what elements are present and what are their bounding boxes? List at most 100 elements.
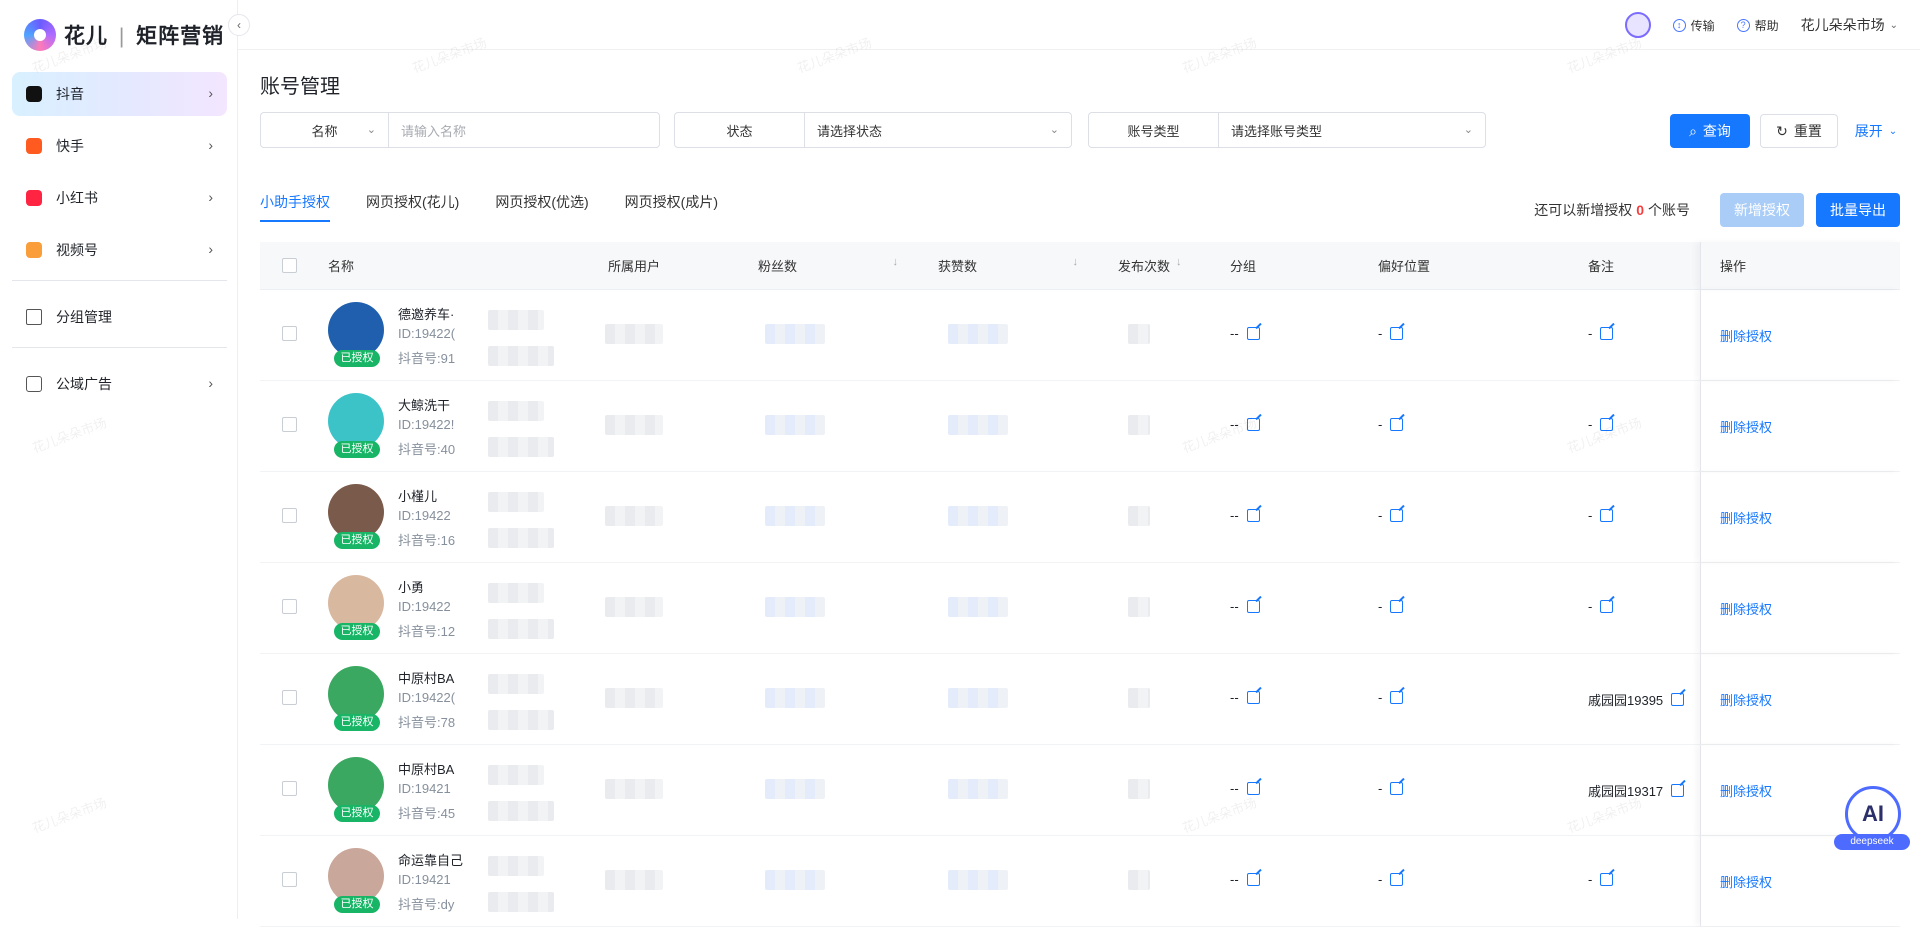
edit-icon[interactable]	[1246, 509, 1260, 522]
brand-name: 花儿	[64, 25, 108, 48]
name-input-placeholder: 请输入名称	[401, 123, 467, 139]
sidebar-item-kuaishou[interactable]: 快手 ›	[12, 124, 227, 168]
edit-icon[interactable]	[1390, 418, 1404, 431]
auth-tabs: 小助手授权 网页授权(花儿) 网页授权(优选) 网页授权(成片)	[260, 192, 718, 222]
tab-assistant-auth[interactable]: 小助手授权	[260, 192, 330, 222]
sort-icon: ↓	[1072, 256, 1079, 268]
account-name: 小勇	[398, 580, 425, 595]
status-select[interactable]: 请选择状态 ⌄	[805, 113, 1071, 147]
edit-icon[interactable]	[1390, 782, 1404, 795]
tab-web-auth-huaer[interactable]: 网页授权(花儿)	[366, 192, 459, 222]
col-fans-label: 粉丝数	[758, 259, 798, 274]
quota-count: 0	[1636, 202, 1644, 218]
chevron-right-icon: ›	[208, 241, 213, 257]
transfer-link[interactable]: ↕ 传输	[1672, 17, 1715, 34]
deepseek-badge[interactable]: deepseek	[1834, 834, 1910, 850]
name-filter-select[interactable]: 名称 ⌄	[261, 113, 389, 147]
add-auth-button[interactable]: 新增授权	[1720, 193, 1804, 227]
col-preference: 偏好位置	[1378, 259, 1431, 274]
auth-status-badge: 已授权	[334, 896, 380, 913]
edit-icon[interactable]	[1390, 873, 1404, 886]
col-note: 备注	[1588, 259, 1615, 274]
edit-icon[interactable]	[1390, 327, 1404, 340]
expand-link[interactable]: 展开 ⌄	[1848, 114, 1904, 148]
store-name: 花儿朵朵市场	[1800, 17, 1885, 33]
edit-icon[interactable]	[1600, 600, 1614, 613]
channels-icon	[26, 242, 42, 258]
row-checkbox[interactable]	[282, 417, 297, 432]
preference-cell: -	[1378, 326, 1404, 341]
redacted-mosaic	[1128, 688, 1150, 708]
reset-button-label: 重置	[1793, 123, 1822, 139]
redacted-mosaic	[765, 597, 825, 617]
reset-button[interactable]: ↻ 重置	[1760, 114, 1838, 148]
redacted-mosaic	[605, 506, 663, 526]
store-switcher[interactable]: 花儿朵朵市场 ⌄	[1801, 15, 1898, 35]
row-checkbox[interactable]	[282, 599, 297, 614]
redacted-mosaic	[488, 401, 544, 421]
row-checkbox[interactable]	[282, 781, 297, 796]
sort-icon: ↓	[1176, 256, 1182, 268]
edit-icon[interactable]	[1671, 784, 1685, 797]
row-checkbox[interactable]	[282, 508, 297, 523]
redacted-mosaic	[948, 779, 1008, 799]
sidebar-item-douyin[interactable]: 抖音 ›	[12, 72, 227, 116]
preference-value: -	[1378, 781, 1383, 796]
sidebar-item-xiaohongshu[interactable]: 小红书 ›	[12, 176, 227, 220]
note-value: 戚园园19317	[1588, 784, 1664, 799]
edit-icon[interactable]	[1246, 691, 1260, 704]
col-likes[interactable]: 获赞数 ↓	[938, 256, 1098, 275]
edit-icon[interactable]	[1600, 327, 1614, 340]
help-icon: ?	[1736, 18, 1750, 32]
redacted-mosaic	[488, 346, 554, 366]
edit-icon[interactable]	[1600, 509, 1614, 522]
group-cell: --	[1230, 781, 1260, 796]
edit-icon[interactable]	[1246, 418, 1260, 431]
name-input[interactable]: 请输入名称	[389, 113, 659, 147]
edit-icon[interactable]	[1600, 873, 1614, 886]
edit-icon[interactable]	[1600, 418, 1614, 431]
search-icon: ⌕	[1689, 122, 1697, 139]
tab-web-auth-chengpian[interactable]: 网页授权(成片)	[625, 192, 718, 222]
preference-cell: -	[1378, 599, 1404, 614]
batch-export-button[interactable]: 批量导出	[1816, 193, 1900, 227]
table-header: 名称 所属用户 粉丝数 ↓ 获赞数 ↓ 发布次数 ↓ 分组 偏好位置 备注 操作	[260, 242, 1900, 290]
edit-icon[interactable]	[1671, 693, 1685, 706]
sidebar-item-channels[interactable]: 视频号 ›	[12, 228, 227, 272]
preference-value: -	[1378, 872, 1383, 887]
col-posts-label: 发布次数	[1118, 259, 1171, 274]
edit-icon[interactable]	[1246, 782, 1260, 795]
sidebar-item-ads[interactable]: 公域广告 ›	[12, 362, 227, 406]
select-all-checkbox[interactable]	[282, 258, 297, 273]
account-douyin-id: 抖音号:12	[398, 624, 456, 639]
auth-status-badge: 已授权	[334, 532, 380, 549]
fixed-column-divider	[1700, 290, 1900, 380]
account-name: 小槿儿	[398, 489, 438, 504]
fixed-column-divider	[1700, 242, 1900, 289]
row-checkbox[interactable]	[282, 872, 297, 887]
sidebar-item-groups[interactable]: 分组管理	[12, 295, 227, 339]
tab-web-auth-youxuan[interactable]: 网页授权(优选)	[495, 192, 588, 222]
edit-icon[interactable]	[1390, 509, 1404, 522]
col-posts[interactable]: 发布次数 ↓	[1118, 256, 1208, 275]
group-icon	[26, 309, 42, 325]
account-type-select[interactable]: 请选择账号类型 ⌄	[1219, 113, 1485, 147]
preference-cell: -	[1378, 781, 1404, 796]
col-fans[interactable]: 粉丝数 ↓	[758, 256, 918, 275]
edit-icon[interactable]	[1390, 600, 1404, 613]
edit-icon[interactable]	[1246, 327, 1260, 340]
edit-icon[interactable]	[1246, 873, 1260, 886]
redacted-mosaic	[488, 801, 554, 821]
note-cell: -	[1588, 417, 1614, 432]
edit-icon[interactable]	[1246, 600, 1260, 613]
collapse-sidebar-button[interactable]: ‹	[228, 14, 250, 36]
help-link[interactable]: ? 帮助	[1736, 17, 1779, 34]
row-checkbox[interactable]	[282, 326, 297, 341]
edit-icon[interactable]	[1390, 691, 1404, 704]
query-button[interactable]: ⌕ 查询	[1670, 114, 1750, 148]
fixed-column-divider	[1700, 381, 1900, 471]
device-icon[interactable]	[1624, 12, 1651, 38]
account-douyin-id: 抖音号:78	[398, 715, 456, 730]
redacted-mosaic	[948, 597, 1008, 617]
row-checkbox[interactable]	[282, 690, 297, 705]
